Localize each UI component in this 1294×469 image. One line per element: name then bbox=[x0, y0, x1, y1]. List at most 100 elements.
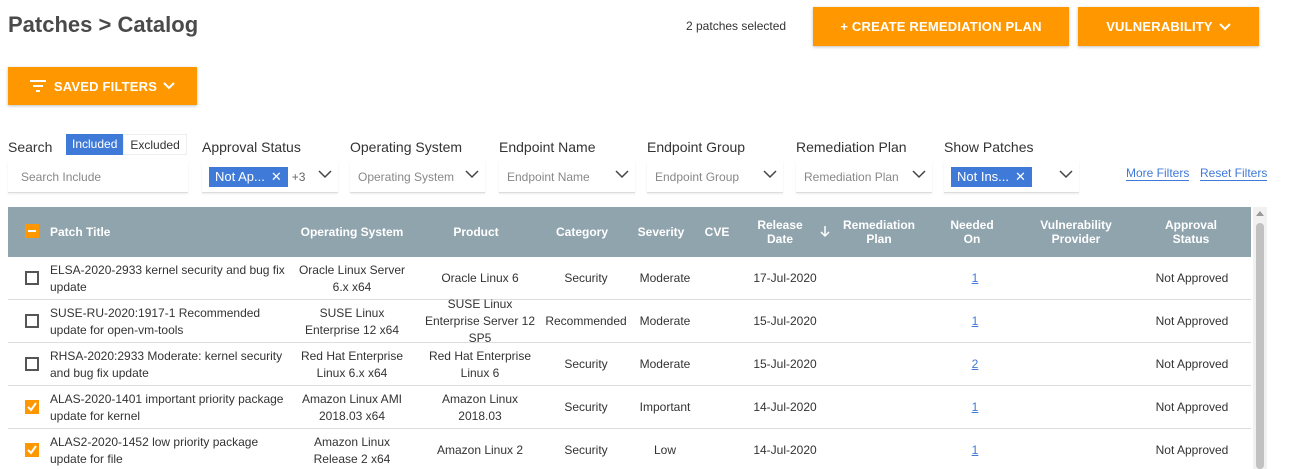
col-release-date[interactable]: Release Date bbox=[750, 207, 810, 257]
cell-plan bbox=[836, 386, 922, 429]
saved-filters-button[interactable]: SAVED FILTERS bbox=[8, 67, 197, 105]
scroll-up-icon[interactable] bbox=[1256, 211, 1264, 216]
remediation-plan-label: Remediation Plan bbox=[796, 139, 907, 155]
col-remediation-plan[interactable]: Remediation Plan bbox=[836, 207, 922, 257]
cell-title: ELSA-2020-2933 kernel security and bug f… bbox=[50, 262, 285, 294]
remediation-plan-select[interactable]: Remediation Plan bbox=[796, 161, 932, 193]
cell-cve bbox=[698, 429, 736, 469]
search-label: Search bbox=[8, 139, 53, 155]
patch-table: Patch Title Operating System Product Cat… bbox=[8, 207, 1251, 469]
cell-os: Amazon Linux AMI 2018.03 x64 bbox=[301, 391, 403, 423]
approval-status-select[interactable]: Not Ap... ✕ +3 bbox=[202, 161, 338, 193]
chevron-down-icon bbox=[1219, 22, 1231, 30]
cell-cve bbox=[698, 343, 736, 386]
needed-on-link[interactable]: 1 bbox=[972, 442, 979, 459]
reset-filters-link[interactable]: Reset Filters bbox=[1200, 166, 1268, 181]
sort-down-icon[interactable] bbox=[820, 226, 830, 238]
chevron-down-icon[interactable] bbox=[912, 170, 926, 179]
create-remediation-plan-button[interactable]: + CREATE REMEDIATION PLAN bbox=[813, 7, 1069, 46]
cell-severity: Moderate bbox=[639, 357, 691, 371]
row-checkbox[interactable] bbox=[25, 271, 39, 285]
chevron-down-icon[interactable] bbox=[465, 170, 479, 179]
cell-needed: 1 bbox=[944, 429, 1006, 469]
cell-provider bbox=[1026, 257, 1126, 300]
cell-release: 15-Jul-2020 bbox=[753, 314, 817, 328]
chevron-down-icon[interactable] bbox=[318, 170, 332, 179]
approval-status-label: Approval Status bbox=[202, 139, 301, 155]
col-cve[interactable]: CVE bbox=[698, 207, 736, 257]
approval-chip[interactable]: Not Ap... ✕ bbox=[209, 166, 288, 187]
needed-on-link[interactable]: 1 bbox=[972, 399, 979, 416]
table-row[interactable]: SUSE-RU-2020:1917-1 Recommended update f… bbox=[8, 297, 1251, 345]
check-icon bbox=[27, 445, 37, 455]
show-patches-label: Show Patches bbox=[944, 139, 1034, 155]
col-severity[interactable]: Severity bbox=[628, 207, 694, 257]
cell-release: 14-Jul-2020 bbox=[753, 443, 817, 457]
row-checkbox[interactable] bbox=[25, 357, 39, 371]
cell-product: Oracle Linux 6 bbox=[441, 271, 519, 285]
needed-on-link[interactable]: 1 bbox=[972, 313, 979, 330]
check-icon bbox=[27, 402, 37, 412]
cell-approval: Not Approved bbox=[1155, 400, 1229, 414]
cell-provider bbox=[1026, 429, 1126, 469]
endpoint-name-select[interactable]: Endpoint Name bbox=[499, 161, 635, 193]
show-patches-select[interactable]: Not Ins... ✕ bbox=[944, 161, 1079, 193]
operating-system-select[interactable]: Operating System bbox=[350, 161, 485, 193]
cell-cve bbox=[698, 386, 736, 429]
col-vulnerability-provider[interactable]: Vulnerability Provider bbox=[1026, 207, 1126, 257]
approval-chip-label: Not Ap... bbox=[215, 169, 265, 184]
cell-category: Recommended bbox=[545, 314, 627, 328]
cell-product: Red Hat Enterprise Linux 6 bbox=[428, 348, 532, 380]
row-checkbox[interactable] bbox=[25, 314, 39, 328]
show-patches-chip-label: Not Ins... bbox=[957, 169, 1010, 184]
page-title: Patches > Catalog bbox=[8, 12, 199, 37]
table-row[interactable]: ELSA-2020-2933 kernel security and bug f… bbox=[8, 257, 1251, 300]
col-approval-status[interactable]: Approval Status bbox=[1156, 207, 1226, 257]
include-exclude-toggle[interactable]: Included Excluded bbox=[66, 134, 187, 155]
plan-placeholder: Remediation Plan bbox=[804, 169, 899, 184]
cell-needed: 1 bbox=[944, 386, 1006, 429]
more-filters-link[interactable]: More Filters bbox=[1126, 166, 1190, 181]
col-product[interactable]: Product bbox=[420, 207, 532, 257]
chevron-down-icon[interactable] bbox=[763, 170, 777, 179]
cell-approval: Not Approved bbox=[1155, 443, 1229, 457]
row-checkbox[interactable] bbox=[25, 443, 39, 457]
needed-on-link[interactable]: 1 bbox=[972, 270, 979, 287]
endpoint-group-label: Endpoint Group bbox=[647, 139, 746, 155]
cell-plan bbox=[836, 300, 922, 343]
cell-release: 17-Jul-2020 bbox=[753, 271, 817, 285]
chevron-down-icon[interactable] bbox=[615, 170, 629, 179]
excluded-toggle[interactable]: Excluded bbox=[123, 134, 187, 155]
included-toggle[interactable]: Included bbox=[66, 134, 124, 155]
cell-cve bbox=[698, 257, 736, 300]
col-operating-system[interactable]: Operating System bbox=[294, 207, 410, 257]
cell-os: Red Hat Enterprise Linux 6.x x64 bbox=[300, 348, 404, 380]
search-input[interactable]: Search Include bbox=[8, 161, 188, 193]
saved-filters-label: SAVED FILTERS bbox=[53, 78, 158, 94]
cell-approval: Not Approved bbox=[1155, 314, 1229, 328]
os-placeholder: Operating System bbox=[358, 169, 455, 184]
needed-on-link[interactable]: 2 bbox=[972, 356, 979, 373]
close-icon[interactable]: ✕ bbox=[1015, 169, 1026, 185]
endpoint-name-label: Endpoint Name bbox=[499, 139, 596, 155]
table-row[interactable]: ALAS2-2020-1452 low priority package upd… bbox=[8, 429, 1251, 469]
table-row[interactable]: RHSA-2020:2933 Moderate: kernel security… bbox=[8, 343, 1251, 386]
close-icon[interactable]: ✕ bbox=[271, 169, 282, 185]
select-all-checkbox[interactable] bbox=[25, 224, 39, 238]
vertical-scrollbar[interactable] bbox=[1253, 207, 1267, 469]
search-placeholder: Search Include bbox=[21, 169, 102, 184]
col-patch-title[interactable]: Patch Title bbox=[50, 207, 200, 257]
scrollbar-thumb[interactable] bbox=[1256, 223, 1264, 469]
cell-plan bbox=[836, 257, 922, 300]
row-checkbox[interactable] bbox=[25, 400, 39, 414]
cell-release: 14-Jul-2020 bbox=[753, 400, 817, 414]
endpoint-group-select[interactable]: Endpoint Group bbox=[647, 161, 783, 193]
operating-system-label: Operating System bbox=[350, 139, 463, 155]
col-category[interactable]: Category bbox=[544, 207, 620, 257]
vulnerability-button[interactable]: VULNERABILITY bbox=[1078, 7, 1259, 46]
col-needed-on[interactable]: Needed On bbox=[944, 207, 1000, 257]
show-patches-chip[interactable]: Not Ins... ✕ bbox=[951, 166, 1032, 187]
table-row[interactable]: ALAS-2020-1401 important priority packag… bbox=[8, 386, 1251, 429]
chevron-down-icon[interactable] bbox=[1059, 170, 1073, 179]
cell-title: ALAS-2020-1401 important priority packag… bbox=[50, 391, 284, 423]
